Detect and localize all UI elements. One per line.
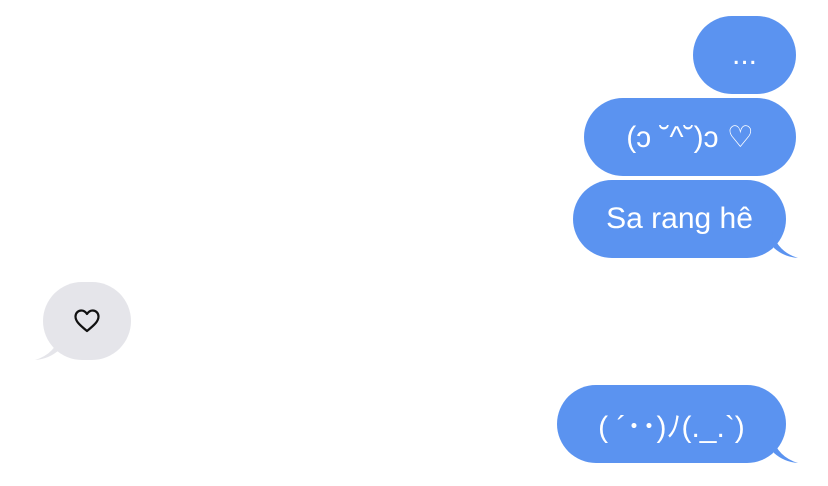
bubble-tail [772, 232, 798, 258]
bubble-tail [772, 437, 798, 463]
message-text: ... [731, 38, 757, 71]
bubble-tail [35, 334, 61, 360]
message-text: (ɔ ˘^˘)ɔ ♡ [626, 120, 754, 154]
message-bubble-sent[interactable]: (ɔ ˘^˘)ɔ ♡ [584, 98, 796, 176]
message-text: Sa rang hê [606, 202, 753, 235]
message-bubble-sent[interactable]: ( ´･･)ﾉ(._.`) [557, 385, 786, 463]
heart-icon [74, 309, 100, 333]
message-text: ( ´･･)ﾉ(._.`) [598, 411, 745, 444]
message-bubble-sent[interactable]: ... [693, 16, 796, 94]
message-thread: ... (ɔ ˘^˘)ɔ ♡ Sa rang hê ( ´･･)ﾉ(._.`) [0, 0, 828, 486]
message-bubble-sent[interactable]: Sa rang hê [573, 180, 786, 258]
